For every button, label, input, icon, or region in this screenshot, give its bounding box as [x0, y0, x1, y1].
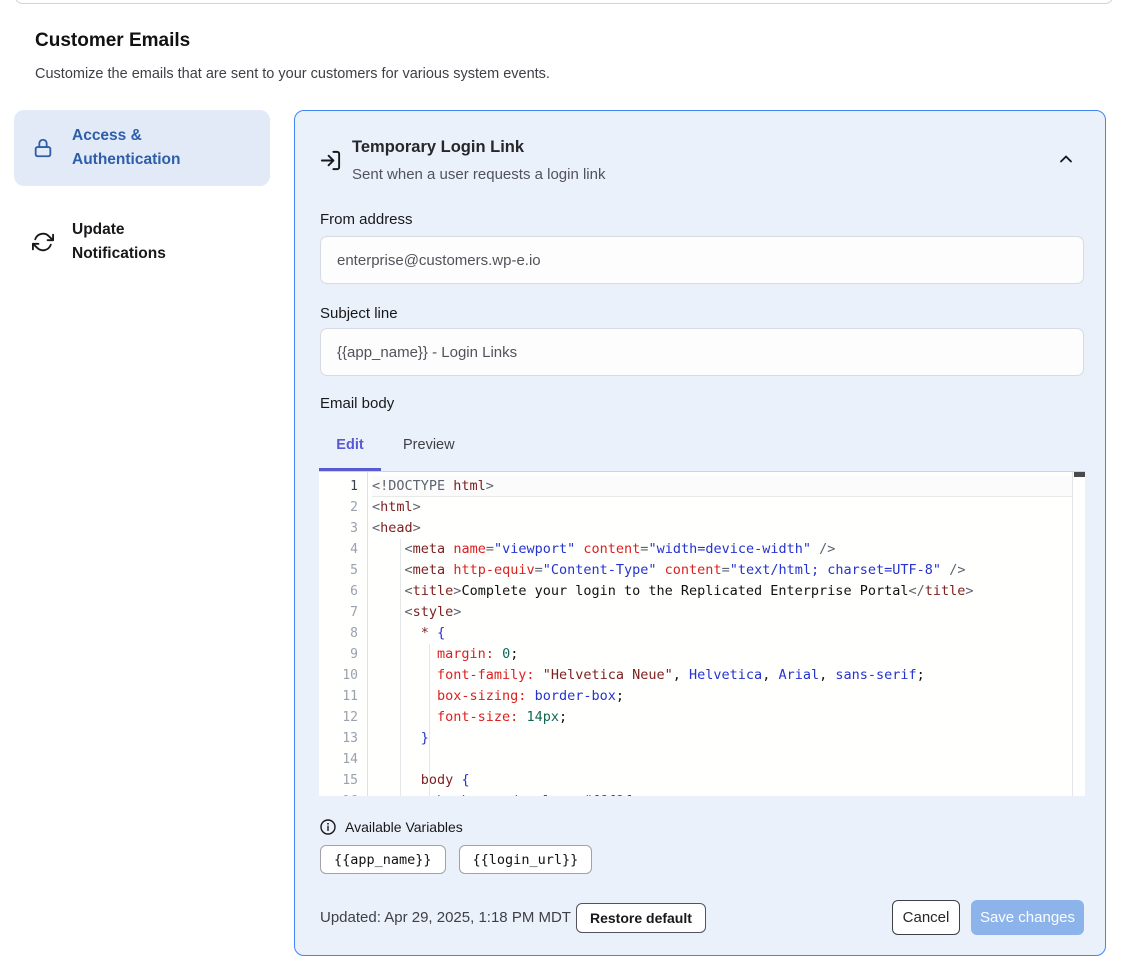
email-body-code-editor[interactable]: 12345678910111213141516 <!DOCTYPE html><… — [319, 471, 1085, 796]
temporary-login-link-card: Temporary Login Link Sent when a user re… — [294, 110, 1106, 956]
from-address-label: From address — [320, 211, 413, 228]
sidebar-item-update-notifications[interactable]: Update Notifications — [14, 204, 270, 280]
code-line[interactable]: body { — [372, 770, 1072, 791]
sidebar-item-access-authentication[interactable]: Access & Authentication — [14, 110, 270, 186]
editor-scrollbar[interactable] — [1072, 472, 1085, 796]
code-line[interactable]: font-family: "Helvetica Neue", Helvetica… — [372, 665, 1072, 686]
code-line[interactable]: margin: 0; — [372, 644, 1072, 665]
code-line[interactable]: } — [372, 728, 1072, 749]
editor-scrollbar-thumb[interactable] — [1074, 472, 1085, 477]
variable-chip[interactable]: {{app_name}} — [320, 845, 446, 874]
previous-section-card-edge — [14, 0, 1114, 4]
code-line[interactable]: box-sizing: border-box; — [372, 686, 1072, 707]
chevron-up-icon — [1056, 157, 1076, 172]
restore-default-button[interactable]: Restore default — [576, 903, 706, 933]
page-subtitle: Customize the emails that are sent to yo… — [35, 66, 550, 82]
page-title: Customer Emails — [35, 30, 190, 52]
available-variables-row: Available Variables — [320, 819, 463, 835]
variable-chip[interactable]: {{login_url}} — [459, 845, 593, 874]
info-icon — [320, 819, 336, 835]
code-line[interactable]: <meta name="viewport" content="width=dev… — [372, 539, 1072, 560]
variable-chips: {{app_name}} {{login_url}} — [320, 845, 592, 874]
sync-icon — [32, 231, 54, 253]
editor-gutter: 12345678910111213141516 — [319, 472, 368, 796]
tab-preview[interactable]: Preview — [403, 437, 455, 453]
save-changes-button[interactable]: Save changes — [971, 900, 1084, 935]
tab-edit[interactable]: Edit — [319, 437, 381, 453]
sidebar-item-label: Access & Authentication — [72, 124, 212, 172]
code-line[interactable]: <!DOCTYPE html> — [372, 476, 1072, 497]
code-line[interactable]: <title>Complete your login to the Replic… — [372, 581, 1072, 602]
code-line[interactable]: <style> — [372, 602, 1072, 623]
from-address-input[interactable] — [320, 236, 1084, 284]
card-subtitle: Sent when a user requests a login link — [352, 166, 605, 183]
cancel-button[interactable]: Cancel — [892, 900, 960, 935]
log-in-icon — [319, 149, 342, 177]
code-line[interactable]: <html> — [372, 497, 1072, 518]
lock-icon — [32, 137, 54, 159]
updated-timestamp: Updated: Apr 29, 2025, 1:18 PM MDT — [320, 909, 571, 926]
editor-code[interactable]: <!DOCTYPE html><html><head> <meta name="… — [369, 472, 1072, 796]
code-line[interactable]: * { — [372, 623, 1072, 644]
email-types-sidebar: Access & Authentication Update Notificat… — [14, 110, 270, 280]
available-variables-label: Available Variables — [345, 819, 463, 835]
subject-line-input[interactable] — [320, 328, 1084, 376]
card-title: Temporary Login Link — [352, 138, 524, 157]
collapse-card-button[interactable] — [1055, 149, 1077, 171]
code-line[interactable]: <meta http-equiv="Content-Type" content=… — [372, 560, 1072, 581]
code-line[interactable]: background-color: #f6f9fc; — [372, 791, 1072, 796]
code-line[interactable]: font-size: 14px; — [372, 707, 1072, 728]
code-line[interactable] — [372, 749, 1072, 770]
sidebar-item-label: Update Notifications — [72, 218, 212, 266]
email-body-label: Email body — [320, 395, 394, 412]
subject-line-label: Subject line — [320, 305, 398, 322]
code-line[interactable]: <head> — [372, 518, 1072, 539]
customer-emails-page: Customer Emails Customize the emails tha… — [0, 0, 1128, 980]
